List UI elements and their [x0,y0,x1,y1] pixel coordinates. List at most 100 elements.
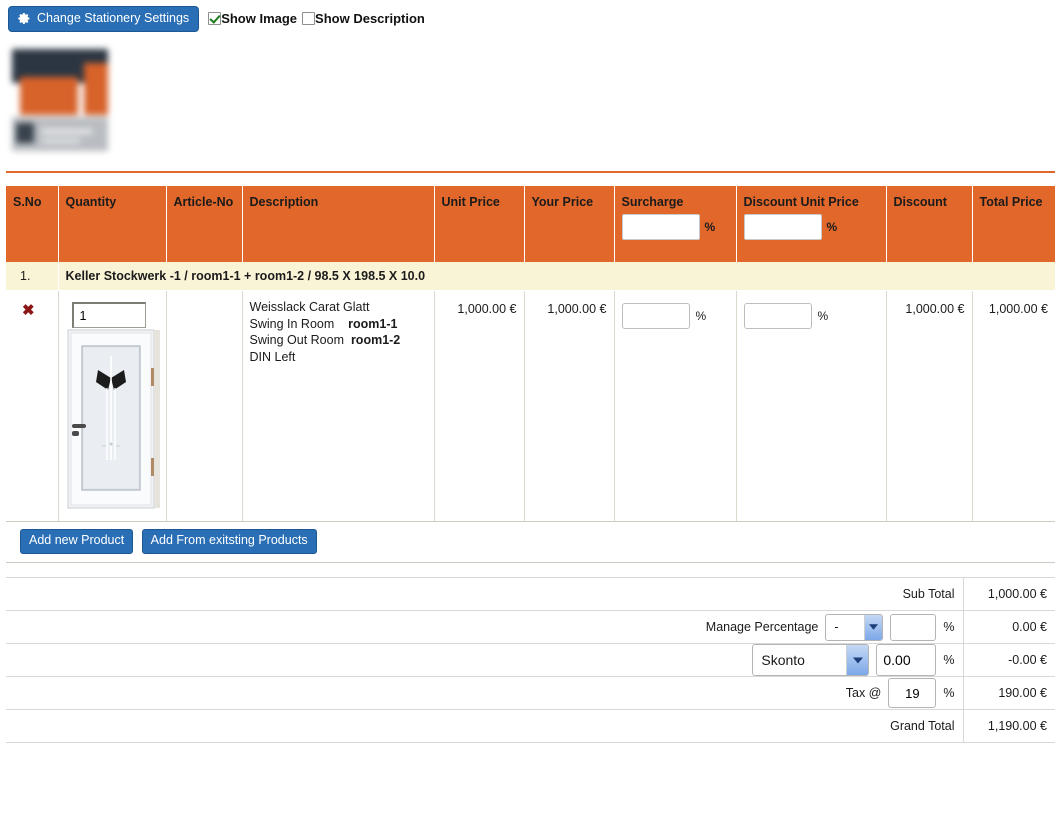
item-discount: 1,000.00 € [886,290,973,522]
skonto-percent-sign: % [943,653,955,667]
tax-value: 190.00 € [962,676,1055,710]
column-header-unit-price: Unit Price [434,186,525,262]
description-line: DIN Left [250,349,427,366]
thumb-orange-block-a [20,77,78,115]
manage-percentage-row: Manage Percentage - % 0.00 € [6,610,1055,644]
description-text-3: DIN Left [249,349,296,364]
surcharge-label: Surcharge [621,195,684,209]
surcharge-global-input[interactable] [621,214,700,240]
show-image-label: Show Image [221,11,298,26]
totals-table: Sub Total 1,000.00 € Manage Percentage - [6,577,1055,743]
tax-input[interactable] [888,678,937,708]
tax-cell: Tax @ % [6,676,963,710]
skonto-select[interactable]: Skonto [752,644,870,676]
item-total-price: 1,000.00 € [972,290,1055,522]
table-header-row: S.No Quantity Article-No Description Uni… [6,186,1055,262]
description-text-0: Weisslack Carat Glatt [249,300,370,314]
table-row: ✖ 1 Weisslack Carat Glatt Swing In Room … [6,290,1055,522]
manage-percentage-group: Manage Percentage - % [14,613,955,641]
item-quantity-cell [58,290,167,522]
thumb-dark-square [16,123,34,143]
group-row-sno: 1. [6,262,59,291]
quantity-input[interactable] [71,302,146,328]
column-header-total-price: Total Price [972,186,1055,262]
change-stationery-settings-button[interactable]: Change Stationery Settings [8,6,200,32]
sub-total-row: Sub Total 1,000.00 € [6,577,1055,611]
show-description-checkbox-wrap[interactable]: Show Description [302,11,430,26]
column-header-description: Description [242,186,435,262]
chevron-down-icon[interactable] [864,614,883,640]
item-discount-unit-price-input[interactable] [743,303,812,329]
tax-label: Tax @ [845,686,882,700]
sub-total-value: 1,000.00 € [962,577,1055,611]
discount-unit-price-label: Discount Unit Price [743,195,859,209]
manage-percentage-input[interactable] [890,613,937,641]
tax-row: Tax @ % 190.00 € [6,676,1055,710]
manage-percentage-select-value: - [834,620,839,634]
gear-icon [18,12,31,25]
description-text-1: Swing In Room [249,316,335,331]
thumb-text-line-1 [42,129,92,134]
display-options: Show Image Show Description [208,11,430,26]
delete-icon[interactable]: ✖ [13,299,35,318]
column-header-article-no: Article-No [166,186,243,262]
group-header-row: 1. Keller Stockwerk -1 / room1-1 + room1… [6,262,1056,291]
skonto-group: Skonto % [14,644,955,676]
stationery-preview-image [12,45,108,155]
column-header-surcharge: Surcharge % [614,186,737,262]
skonto-row: Skonto % -0.00 € [6,643,1055,677]
chevron-down-icon[interactable] [846,645,869,675]
add-new-product-button[interactable]: Add new Product [20,529,134,554]
item-surcharge-group: % [621,299,729,329]
skonto-value: -0.00 € [962,643,1055,677]
description-text-2: Swing Out Room [249,333,344,347]
description-line: Weisslack Carat Glatt [250,299,427,316]
item-your-price: 1,000.00 € [524,290,615,522]
skonto-input[interactable] [876,644,937,676]
tax-percent-sign: % [943,686,955,700]
manage-percentage-cell: Manage Percentage - % [6,610,963,644]
grand-total-label: Grand Total [6,709,963,743]
description-value-2: room1-2 [350,333,401,347]
discount-unit-price-global-input[interactable] [743,214,822,240]
show-description-checkbox[interactable] [302,12,316,25]
column-header-discount-unit-price: Discount Unit Price % [736,186,887,262]
description-value-1: room1-1 [348,316,398,331]
description-line: Swing Out Room room1-2 [250,332,427,349]
toolbar: Change Stationery Settings Show Image Sh… [0,0,1061,36]
sub-total-label: Sub Total [6,577,963,611]
group-row-title: Keller Stockwerk -1 / room1-1 + room1-2 … [58,262,1056,291]
manage-percentage-label: Manage Percentage [705,620,819,634]
show-description-label: Show Description [315,11,425,26]
item-surcharge-percent-sign: % [695,309,707,323]
item-unit-price: 1,000.00 € [434,290,525,522]
products-table: S.No Quantity Article-No Description Uni… [6,186,1056,563]
section-divider [6,171,1055,173]
show-image-checkbox[interactable] [208,12,222,25]
column-header-discount: Discount [886,186,973,262]
grand-total-value: 1,190.00 € [962,709,1055,743]
column-header-quantity: Quantity [58,186,167,262]
change-stationery-settings-label: Change Stationery Settings [37,11,190,26]
skonto-cell: Skonto % [6,643,963,677]
thumb-text-line-2 [42,139,80,143]
quote-editor-page: Change Stationery Settings Show Image Sh… [0,0,1061,814]
skonto-select-value: Skonto [761,652,805,668]
item-delete-cell: ✖ [6,290,59,522]
show-image-checkbox-wrap[interactable]: Show Image [208,11,302,26]
table-actions-row: Add new Product Add From exitsting Produ… [6,521,1055,563]
add-from-existing-products-button[interactable]: Add From exitsting Products [141,529,317,554]
product-image [66,329,166,513]
item-discount-unit-price-percent-sign: % [817,309,829,323]
item-discount-unit-price-cell: % [736,290,887,522]
column-header-your-price: Your Price [524,186,615,262]
manage-percentage-select[interactable]: - [825,613,884,641]
description-line: Swing In Room room1-1 [250,316,427,333]
item-article-no [166,290,243,522]
discount-unit-price-percent-sign: % [826,220,838,234]
item-description-cell: Weisslack Carat Glatt Swing In Room room… [242,290,435,522]
surcharge-percent-sign: % [704,220,716,234]
discount-unit-price-header-input-group: % [743,214,879,240]
manage-percentage-value: 0.00 € [962,610,1055,644]
item-surcharge-input[interactable] [621,303,690,329]
